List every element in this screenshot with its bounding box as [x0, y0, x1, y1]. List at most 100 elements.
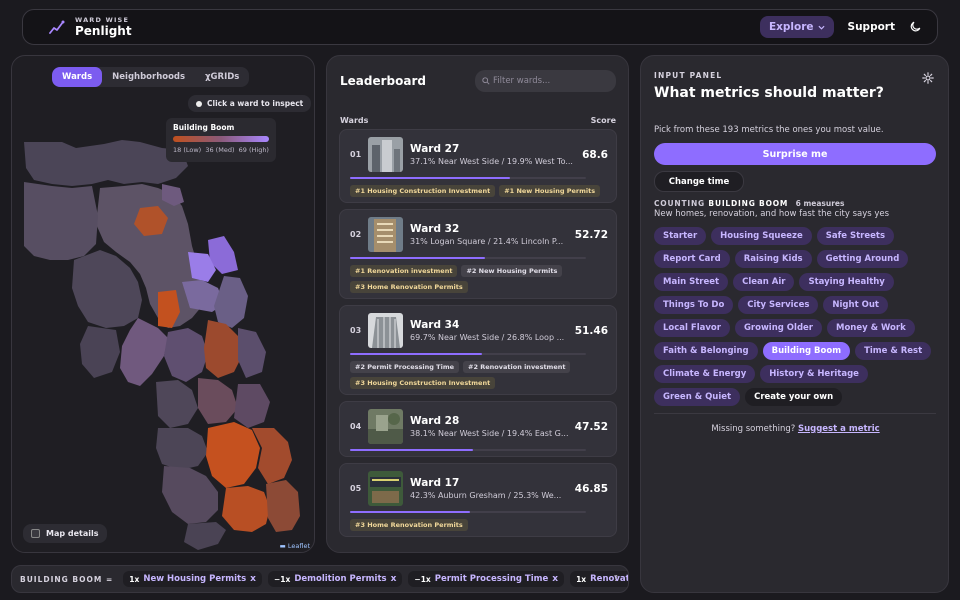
ward-shape[interactable] [162, 466, 218, 524]
chip-starter[interactable]: Starter [654, 227, 707, 245]
term-weight[interactable]: 1x [576, 575, 586, 584]
explore-button[interactable]: Explore [759, 16, 834, 38]
ward-shape[interactable] [156, 380, 198, 428]
gear-icon[interactable] [922, 72, 934, 84]
brand[interactable]: WARD WISE Penlight [75, 17, 132, 38]
ward-shape[interactable] [184, 522, 226, 550]
ward-tag: #1 New Housing Permits [499, 185, 601, 197]
remove-term-icon[interactable]: x [552, 574, 558, 584]
map-details-toggle[interactable]: Map details [23, 524, 107, 543]
counting-measures: 6 measures [795, 199, 845, 208]
ward-score: 51.46 [574, 324, 608, 337]
help-icon[interactable]: ? [614, 574, 618, 583]
chip-create-your-own[interactable]: Create your own [745, 388, 843, 406]
chip-money-work[interactable]: Money & Work [827, 319, 915, 337]
change-time-button[interactable]: Change time [654, 171, 744, 192]
chip-raising-kids[interactable]: Raising Kids [734, 250, 812, 268]
legend-title: Building Boom [173, 123, 235, 132]
remove-term-icon[interactable]: x [250, 574, 256, 584]
chip-climate-energy[interactable]: Climate & Energy [654, 365, 756, 383]
leaflet-attribution[interactable]: ▬ Leaflet [280, 542, 310, 550]
chip-building-boom[interactable]: Building Boom [762, 342, 851, 360]
ward-shape[interactable] [238, 328, 266, 378]
ward-card-32[interactable]: 02 Ward 32 31% Logan Square / 21.4% Linc… [339, 209, 617, 299]
chip-staying-healthy[interactable]: Staying Healthy [799, 273, 894, 291]
input-panel-subtitle: Pick from these 193 metrics the ones you… [654, 125, 884, 135]
chip-things-to-do[interactable]: Things To Do [654, 296, 734, 314]
chip-night-out[interactable]: Night Out [823, 296, 888, 314]
ward-shape[interactable] [24, 182, 98, 260]
remove-term-icon[interactable]: x [391, 574, 397, 584]
term-name: Permit Processing Time [434, 574, 549, 584]
support-link[interactable]: Support [848, 21, 895, 33]
missing-metric-note: Missing something? Suggest a metric [641, 424, 950, 434]
formula-term[interactable]: −1x Demolition Permits x [267, 571, 403, 587]
chip-history-heritage[interactable]: History & Heritage [760, 365, 868, 383]
map-details-label: Map details [46, 529, 99, 538]
ward-shape[interactable] [120, 318, 168, 386]
chip-housing-squeeze[interactable]: Housing Squeeze [711, 227, 812, 245]
input-panel-title: What metrics should matter? [654, 85, 884, 101]
ward-shape[interactable] [222, 486, 270, 532]
term-weight[interactable]: −1x [274, 575, 290, 584]
ward-tag: #1 Renovation investment [350, 265, 458, 277]
tab-wards[interactable]: Wards [52, 67, 103, 87]
ward-card-28[interactable]: 04 Ward 28 38.1% Near West Side / 19.4% … [339, 401, 617, 457]
chip-safe-streets[interactable]: Safe Streets [816, 227, 895, 245]
ward-shape[interactable] [206, 422, 260, 488]
score-bar-fill [350, 177, 511, 179]
chip-growing-older[interactable]: Growing Older [734, 319, 822, 337]
chevron-down-icon [817, 25, 825, 30]
flag-icon: ▬ [279, 542, 288, 550]
tab-neighborhoods[interactable]: Neighborhoods [102, 67, 195, 87]
inspect-hint: Click a ward to inspect [188, 95, 312, 112]
ward-shape[interactable] [266, 480, 300, 532]
ward-tag: #2 Permit Processing Time [350, 361, 460, 373]
term-weight[interactable]: −1x [414, 575, 430, 584]
ward-shape[interactable] [156, 428, 208, 470]
chip-green-quiet[interactable]: Green & Quiet [654, 388, 741, 406]
ward-shape[interactable] [198, 378, 238, 424]
tab-xgrids[interactable]: χGRIDs [195, 67, 249, 87]
chip-time-rest[interactable]: Time & Rest [855, 342, 932, 360]
chip-getting-around[interactable]: Getting Around [816, 250, 909, 268]
term-name: Demolition Permits [294, 574, 387, 584]
suggest-metric-link[interactable]: Suggest a metric [798, 424, 880, 434]
moon-icon[interactable] [909, 21, 921, 33]
ward-score: 52.72 [574, 228, 608, 241]
chip-clean-air[interactable]: Clean Air [733, 273, 795, 291]
formula-term[interactable]: −1x Permit Processing Time x [408, 571, 565, 587]
ward-shape[interactable] [164, 328, 208, 382]
chip-report-card[interactable]: Report Card [654, 250, 730, 268]
score-bar [350, 353, 586, 355]
chip-local-flavor[interactable]: Local Flavor [654, 319, 730, 337]
ward-shape[interactable] [234, 384, 270, 428]
formula-term[interactable]: 1x Renovation in [570, 571, 628, 587]
chip-main-street[interactable]: Main Street [654, 273, 729, 291]
ward-card-27[interactable]: 01 Ward 27 37.1% Near West Side / 19.9% … [339, 129, 617, 203]
chip-city-services[interactable]: City Services [738, 296, 819, 314]
ward-shape[interactable] [214, 276, 248, 328]
explore-label: Explore [768, 21, 814, 33]
ward-shape[interactable] [24, 140, 188, 186]
surprise-me-button[interactable]: Surprise me [654, 143, 936, 165]
ward-card-34[interactable]: 03 Ward 34 69.7% Near West Side / 26.8% … [339, 305, 617, 395]
inspect-hint-text: Click a ward to inspect [207, 99, 304, 108]
ward-shapes[interactable] [24, 140, 300, 550]
ward-shape[interactable] [80, 326, 120, 378]
counting-description: New homes, renovation, and how fast the … [654, 209, 890, 219]
counting-name: BUILDING BOOM [708, 199, 789, 208]
term-weight[interactable]: 1x [129, 575, 139, 584]
brand-tagline: WARD WISE [75, 15, 130, 24]
map-details-checkbox[interactable] [31, 529, 40, 538]
formula-term[interactable]: 1x New Housing Permits x [123, 571, 262, 587]
score-bar-fill [350, 449, 473, 451]
filter-wards-input[interactable] [475, 70, 616, 92]
brand-name: Penlight [75, 24, 132, 39]
chip-faith-belonging[interactable]: Faith & Belonging [654, 342, 758, 360]
ward-shape[interactable] [204, 320, 242, 378]
divider [654, 413, 936, 414]
score-bar [350, 177, 586, 179]
formula-label: BUILDING BOOM = [20, 574, 114, 584]
ward-card-17[interactable]: 05 Ward 17 42.3% Auburn Gresham / 25.3% … [339, 463, 617, 537]
